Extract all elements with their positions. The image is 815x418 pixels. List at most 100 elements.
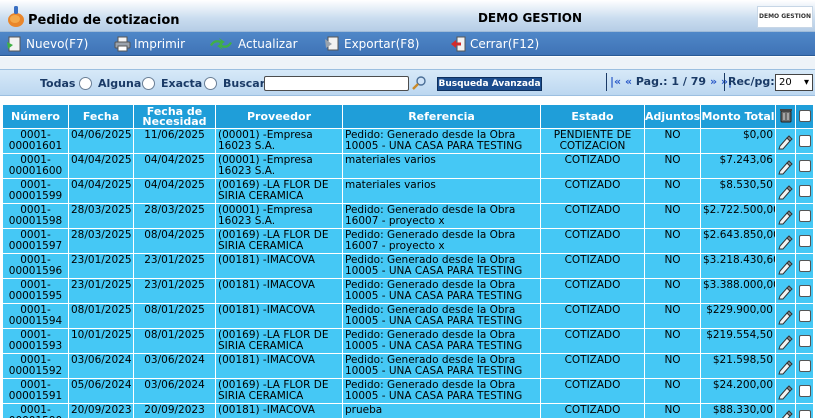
edit-button[interactable]: [775, 128, 796, 154]
edit-button[interactable]: [775, 353, 796, 379]
cell-fecha-necesidad: 08/04/2025: [133, 228, 216, 254]
cell-adjuntos: NO: [644, 303, 701, 329]
row-checkbox[interactable]: [798, 410, 811, 418]
spacer: [0, 57, 815, 69]
filter-any-radio[interactable]: [142, 77, 155, 90]
cell-numero: 0001-00001598: [2, 203, 69, 229]
column-header-numero[interactable]: Número: [2, 104, 69, 129]
row-checkbox[interactable]: [798, 135, 811, 147]
row-checkbox[interactable]: [798, 260, 811, 272]
table-row[interactable]: 0001-00001597 28/03/2025 08/04/2025 (00169)…: [2, 228, 814, 254]
export-button[interactable]: Exportar(F8): [324, 35, 419, 53]
edit-icon: [778, 310, 793, 325]
cell-referencia: Pedido: Generado desde la Obra 10005 - U…: [342, 128, 541, 154]
table-row[interactable]: 0001-00001594 08/01/2025 08/01/2025 (00181)…: [2, 303, 814, 329]
table-row[interactable]: 0001-00001596 23/01/2025 23/01/2025 (00181)…: [2, 253, 814, 279]
close-button-label: Cerrar(F12): [470, 37, 540, 51]
edit-button[interactable]: [775, 403, 796, 418]
row-checkbox[interactable]: [798, 360, 811, 372]
pager-prev-link[interactable]: |« «: [610, 75, 632, 88]
cell-proveedor: (00181) -IMACOVA: [215, 253, 343, 279]
print-button[interactable]: Imprimir: [114, 35, 186, 53]
column-header-fecha[interactable]: Fecha: [68, 104, 134, 129]
cell-adjuntos: NO: [644, 253, 701, 279]
refresh-icon: [210, 38, 232, 50]
table-row[interactable]: 0001-00001595 23/01/2025 23/01/2025 (00181)…: [2, 278, 814, 304]
table-row[interactable]: 0001-00001593 10/01/2025 08/01/2025 (00169)…: [2, 328, 814, 354]
select-all-checkbox[interactable]: [798, 109, 811, 122]
table-row[interactable]: 0001-0000159020/09/202320/09/2023(00181)…: [2, 403, 814, 418]
cell-referencia: Pedido: Generado desde la Obra 10005 - U…: [342, 278, 541, 304]
column-header-necesidad[interactable]: Fecha de Necesidad: [133, 104, 216, 129]
edit-button[interactable]: [775, 378, 796, 404]
page-title: Pedido de cotizacion: [28, 13, 180, 28]
cell-adjuntos: NO: [644, 203, 701, 229]
cell-proveedor: (00001) -Empresa 16023 S.A.: [215, 128, 343, 154]
cell-fecha: 20/09/2023: [68, 403, 134, 418]
cell-estado: COTIZADO: [540, 403, 645, 418]
cell-adjuntos: NO: [644, 328, 701, 354]
table-row[interactable]: 0001-00001591 05/06/2024 03/06/2024 (00169)…: [2, 378, 814, 404]
column-header-monto[interactable]: Monto Total: [700, 104, 776, 129]
export-icon: [325, 36, 339, 51]
search-icon[interactable]: [411, 75, 427, 91]
cell-numero: 0001-00001601: [2, 128, 69, 154]
close-button[interactable]: Cerrar(F12): [450, 35, 540, 53]
edit-icon: [778, 235, 793, 250]
row-checkbox[interactable]: [798, 335, 811, 347]
cell-fecha: 10/01/2025: [68, 328, 134, 354]
filter-all-radio[interactable]: [79, 77, 92, 90]
column-header-estado[interactable]: Estado: [540, 104, 645, 129]
table-row[interactable]: 0001-00001599 04/04/2025 04/04/2025 (00169)…: [2, 178, 814, 204]
cell-referencia: Pedido: Generado desde la Obra 10005 - U…: [342, 253, 541, 279]
cell-referencia: Pedido: Generado desde la Obra 16007 - p…: [342, 228, 541, 254]
cell-adjuntos: NO: [644, 228, 701, 254]
row-checkbox[interactable]: [798, 185, 811, 197]
cell-numero: 0001-00001596: [2, 253, 69, 279]
row-checkbox[interactable]: [798, 385, 811, 397]
row-checkbox[interactable]: [798, 160, 811, 172]
pager-total: 79: [690, 75, 707, 88]
row-checkbox[interactable]: [798, 210, 811, 222]
records-per-page-select[interactable]: 20: [775, 74, 813, 91]
row-select-cell: [795, 403, 814, 418]
edit-button[interactable]: [775, 303, 796, 329]
refresh-button[interactable]: Actualizar: [208, 35, 298, 53]
row-select-cell: [795, 253, 814, 279]
cell-monto-total: $0,00: [700, 128, 776, 154]
cell-proveedor: (00169) -LA FLOR DE SIRIA CERAMICA: [215, 328, 343, 354]
pager-label: Pag.:: [635, 75, 668, 88]
row-checkbox[interactable]: [798, 285, 811, 297]
table-row[interactable]: 0001-00001600 04/04/2025 04/04/2025 (00001)…: [2, 153, 814, 179]
column-header-adjuntos[interactable]: Adjuntos: [644, 104, 701, 129]
column-header-referencia[interactable]: Referencia: [342, 104, 541, 129]
new-button[interactable]: Nuevo(F7): [6, 35, 88, 53]
trash-column-header[interactable]: [775, 104, 796, 129]
edit-button[interactable]: [775, 153, 796, 179]
row-checkbox[interactable]: [798, 310, 811, 322]
edit-button[interactable]: [775, 178, 796, 204]
cell-referencia: Pedido: Generado desde la Obra 16007 - p…: [342, 203, 541, 229]
cell-referencia: Pedido: Generado desde la Obra 10005 - U…: [342, 328, 541, 354]
edit-button[interactable]: [775, 228, 796, 254]
row-checkbox[interactable]: [798, 235, 811, 247]
table-row[interactable]: 0001-00001598 28/03/2025 28/03/2025 (00001)…: [2, 203, 814, 229]
edit-icon: [778, 185, 793, 200]
cell-monto-total: $21.598,50: [700, 353, 776, 379]
cell-estado: COTIZADO: [540, 378, 645, 404]
table-row[interactable]: 0001-00001601 04/06/2025 11/06/2025 (00001)…: [2, 128, 814, 154]
filter-any-label: Alguna: [98, 77, 142, 90]
cell-fecha: 23/01/2025: [68, 278, 134, 304]
advanced-search-button[interactable]: Busqueda Avanzada: [437, 77, 542, 91]
trash-icon[interactable]: [779, 108, 793, 123]
column-header-proveedor[interactable]: Proveedor: [215, 104, 343, 129]
cell-estado: COTIZADO: [540, 303, 645, 329]
edit-button[interactable]: [775, 203, 796, 229]
edit-button[interactable]: [775, 328, 796, 354]
filter-exact-radio[interactable]: [204, 77, 217, 90]
cell-numero: 0001-00001592: [2, 353, 69, 379]
table-row[interactable]: 0001-00001592 03/06/2024 03/06/2024 (00181)…: [2, 353, 814, 379]
search-input[interactable]: [264, 76, 409, 91]
edit-button[interactable]: [775, 278, 796, 304]
edit-button[interactable]: [775, 253, 796, 279]
